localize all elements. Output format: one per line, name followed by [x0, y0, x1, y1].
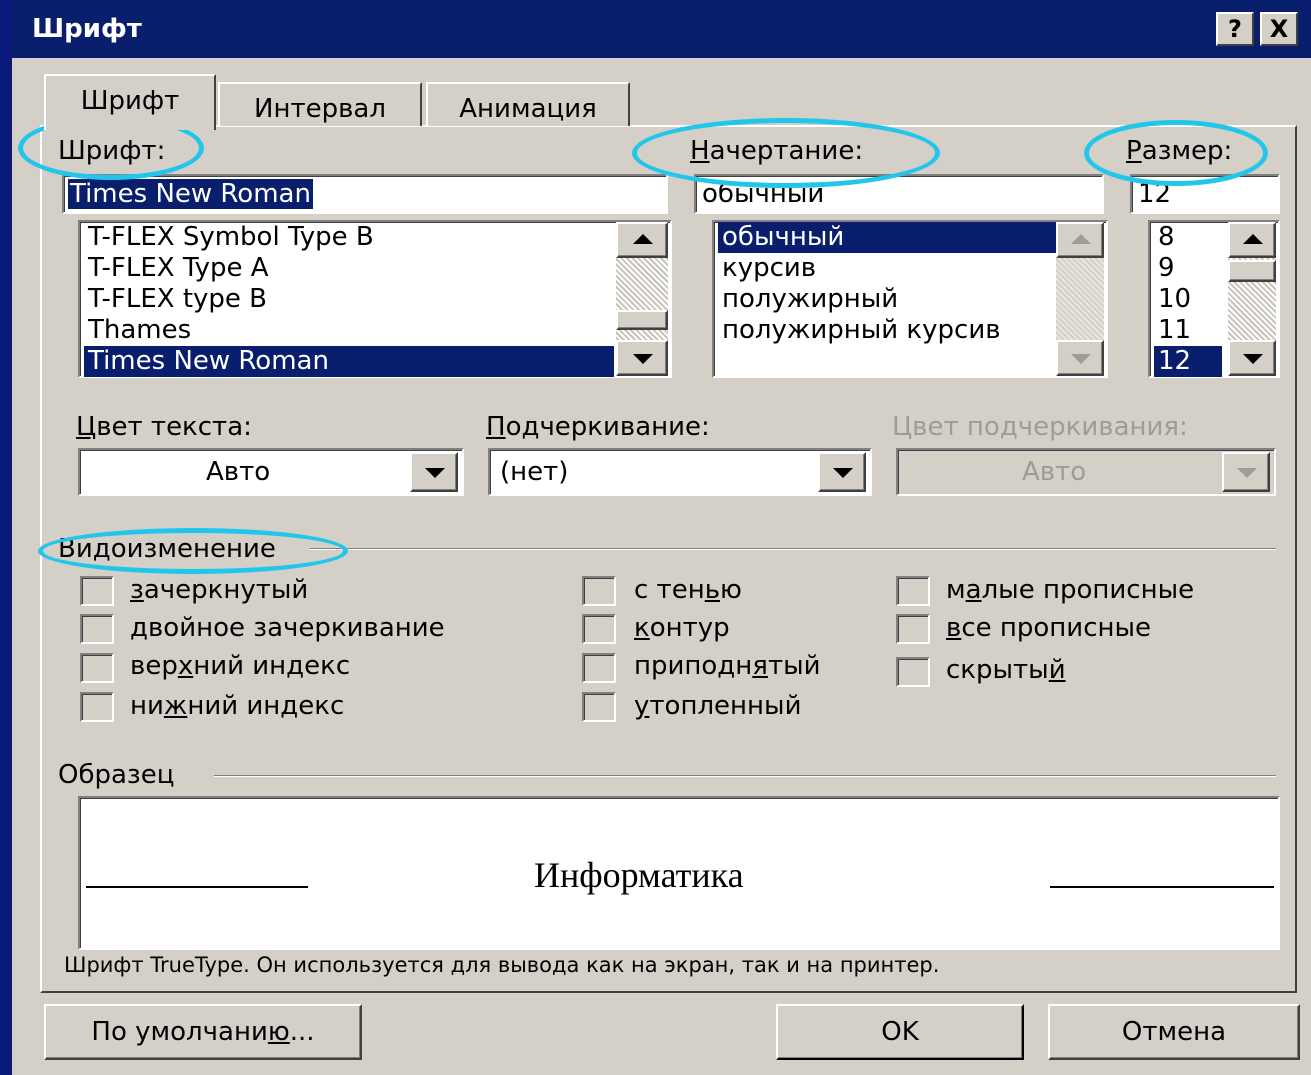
arrow-up-icon	[1243, 234, 1263, 244]
cancel-button[interactable]: Отмена	[1048, 1004, 1300, 1060]
preview-label: Образец	[58, 760, 175, 790]
font-name-value: Times New Roman	[68, 179, 313, 209]
chevron-down-icon	[425, 468, 445, 478]
arrow-up-icon	[1071, 234, 1091, 244]
scroll-up-button[interactable]	[616, 222, 668, 258]
checkbox-label: скрытый	[946, 655, 1066, 685]
checkbox-label: зачеркнутый	[130, 575, 309, 605]
tab-animation-label: Анимация	[459, 94, 597, 124]
font-name-input[interactable]: Times New Roman	[62, 174, 668, 214]
scroll-down-button[interactable]	[1228, 340, 1276, 376]
ok-button[interactable]: OK	[776, 1004, 1024, 1060]
checkbox-hidden[interactable]	[896, 657, 930, 687]
checkbox-label: двойное зачеркивание	[130, 613, 445, 643]
chevron-down-icon	[833, 468, 853, 478]
underline-value: (нет)	[500, 457, 569, 487]
arrow-down-icon	[633, 354, 653, 364]
arrow-down-icon	[1071, 354, 1091, 364]
font-list-item[interactable]: T-FLEX Symbol Type B	[84, 222, 378, 253]
font-list[interactable]: T-FLEX Symbol Type B T-FLEX Type A T-FLE…	[78, 220, 672, 378]
font-list-item-selected[interactable]: Times New Roman	[84, 346, 614, 377]
checkbox-subscript[interactable]	[80, 692, 114, 722]
checkbox-label: малые прописные	[946, 575, 1195, 605]
checkbox-label: утопленный	[634, 691, 802, 721]
preview-line-right	[1050, 886, 1274, 888]
scroll-thumb[interactable]	[616, 310, 668, 330]
underline-color-value: Авто	[1022, 457, 1087, 487]
checkbox-emboss[interactable]	[582, 653, 616, 683]
scroll-down-button[interactable]	[616, 340, 668, 376]
tab-font[interactable]: Шрифт	[44, 74, 216, 130]
style-list-item[interactable]: курсив	[718, 253, 820, 284]
help-button[interactable]: ?	[1216, 12, 1254, 46]
font-list-item[interactable]: T-FLEX Type A	[84, 253, 273, 284]
checkbox-label: все прописные	[946, 613, 1152, 643]
highlight-ellipse-style	[632, 118, 940, 188]
preview-box: Информатика	[78, 796, 1280, 950]
scroll-up-button	[1056, 222, 1104, 258]
scroll-down-button	[1056, 340, 1104, 376]
checkbox-superscript[interactable]	[80, 653, 114, 683]
tab-spacing-label: Интервал	[254, 94, 386, 124]
tab-spacing[interactable]: Интервал	[218, 82, 422, 126]
size-list-item[interactable]: 8	[1154, 222, 1179, 253]
checkbox-small-caps[interactable]	[896, 576, 930, 606]
font-list-item[interactable]: Thames	[84, 315, 195, 346]
checkbox-label: верхний индекс	[130, 651, 351, 681]
dropdown-button[interactable]	[410, 452, 458, 492]
arrow-up-icon	[633, 234, 653, 244]
font-list-item[interactable]: T-FLEX type B	[84, 284, 271, 315]
divider	[310, 548, 1276, 550]
tab-animation[interactable]: Анимация	[426, 82, 630, 126]
size-list-item[interactable]: 11	[1154, 315, 1195, 346]
close-button[interactable]: X	[1260, 12, 1298, 46]
checkbox-label: нижний индекс	[130, 691, 345, 721]
checkbox-double-strikethrough[interactable]	[80, 614, 114, 644]
checkbox-label: приподнятый	[634, 651, 821, 681]
style-list-item-selected[interactable]: обычный	[718, 222, 1056, 253]
checkbox-strikethrough[interactable]	[80, 576, 114, 606]
size-list-item[interactable]: 9	[1154, 253, 1179, 284]
dropdown-button[interactable]	[818, 452, 866, 492]
dropdown-button	[1222, 452, 1270, 492]
checkbox-outline[interactable]	[582, 614, 616, 644]
checkbox-label: контур	[634, 613, 730, 643]
preview-description: Шрифт TrueType. Он используется для выво…	[64, 953, 940, 977]
arrow-down-icon	[1243, 354, 1263, 364]
scroll-thumb[interactable]	[1228, 260, 1276, 282]
underline-color-label: Цвет подчеркивания:	[892, 412, 1188, 442]
highlight-ellipse-effects	[38, 528, 348, 574]
size-list-item[interactable]: 10	[1154, 284, 1195, 315]
text-color-label: Цвет текста:	[76, 412, 252, 442]
style-list[interactable]: обычный курсив полужирный полужирный кур…	[712, 220, 1108, 378]
chevron-down-icon	[1237, 468, 1257, 478]
title-bar[interactable]: Шрифт ? X	[12, 0, 1311, 58]
style-list-item[interactable]: полужирный	[718, 284, 902, 315]
checkbox-shadow[interactable]	[582, 576, 616, 606]
text-color-select[interactable]: Авто	[78, 448, 464, 496]
underline-label: Подчеркивание:	[486, 412, 710, 442]
underline-select[interactable]: (нет)	[488, 448, 872, 496]
checkbox-engrave[interactable]	[582, 692, 616, 722]
checkbox-all-caps[interactable]	[896, 614, 930, 644]
divider	[214, 775, 1276, 777]
underline-color-select: Авто	[896, 448, 1276, 496]
checkbox-label: с тенью	[634, 575, 742, 605]
preview-sample-text: Информатика	[534, 855, 744, 895]
preview-line-left	[86, 886, 308, 888]
default-button[interactable]: По умолчанию...	[44, 1004, 362, 1060]
text-color-value: Авто	[206, 457, 271, 487]
highlight-ellipse-size	[1084, 120, 1268, 186]
style-list-item[interactable]: полужирный курсив	[718, 315, 1005, 346]
scroll-up-button[interactable]	[1228, 222, 1276, 258]
window-title: Шрифт	[32, 14, 142, 44]
tab-font-label: Шрифт	[80, 86, 180, 116]
size-list-item-selected[interactable]: 12	[1154, 346, 1222, 377]
size-list[interactable]: 8 9 10 11 12	[1148, 220, 1280, 378]
